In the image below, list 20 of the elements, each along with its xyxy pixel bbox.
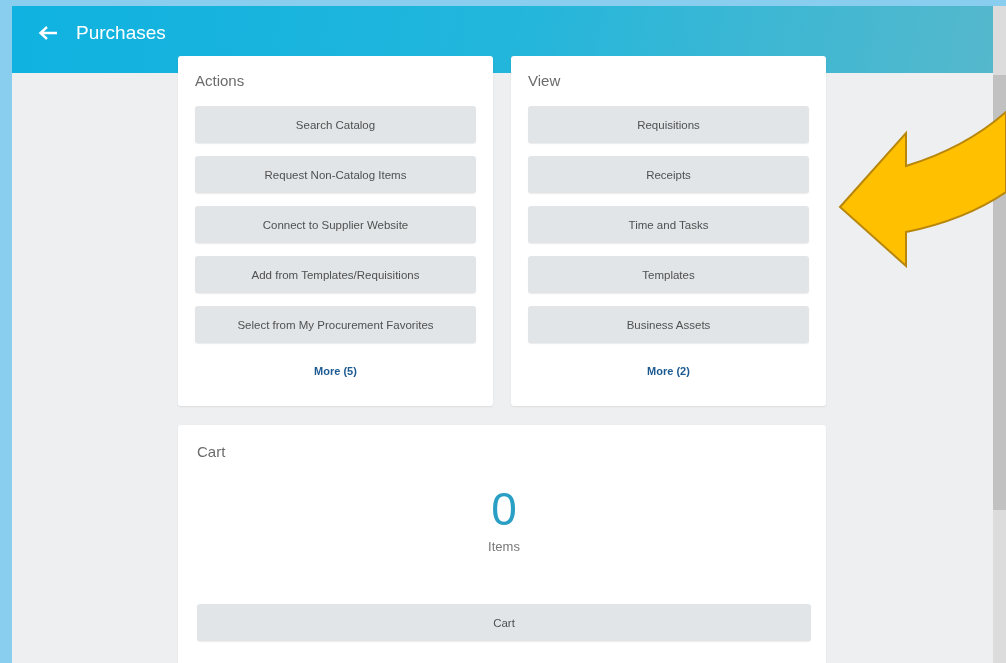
- page-title: Purchases: [76, 21, 166, 44]
- more-link[interactable]: More (2): [647, 365, 690, 377]
- card-title: Cart: [197, 443, 227, 461]
- action-button[interactable]: Connect to Supplier Website: [195, 206, 476, 243]
- action-button[interactable]: Search Catalog: [195, 106, 476, 143]
- item-count: 0: [490, 484, 518, 534]
- action-button[interactable]: Business Assets: [528, 306, 809, 343]
- action-button[interactable]: Receipts: [528, 156, 809, 193]
- action-button[interactable]: Select from My Procurement Favorites: [195, 306, 476, 343]
- cart-button[interactable]: Cart: [197, 604, 811, 641]
- more-link[interactable]: More (5): [314, 365, 357, 377]
- count-label: Items: [487, 539, 521, 554]
- action-button[interactable]: Time and Tasks: [528, 206, 809, 243]
- action-button[interactable]: Request Non-Catalog Items: [195, 156, 476, 193]
- action-button[interactable]: Requisitions: [528, 106, 809, 143]
- card-title: View: [528, 72, 562, 90]
- card-title: Actions: [195, 72, 246, 90]
- back-arrow-icon[interactable]: [38, 24, 58, 41]
- action-button[interactable]: Add from Templates/Requisitions: [195, 256, 476, 293]
- action-button[interactable]: Templates: [528, 256, 809, 293]
